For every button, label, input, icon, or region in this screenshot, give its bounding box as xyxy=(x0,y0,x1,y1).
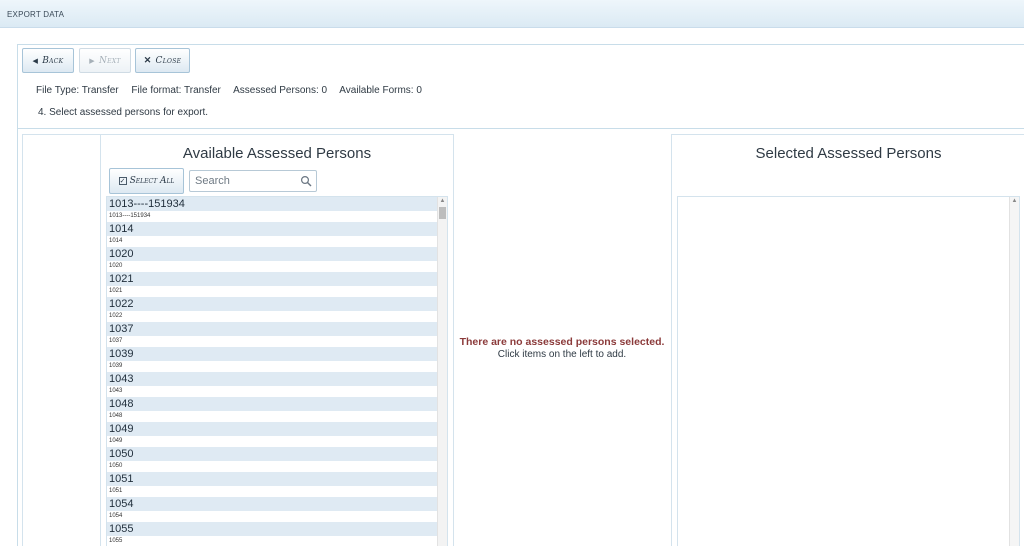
list-item[interactable]: 1050 1050 xyxy=(107,447,438,472)
next-button-label: Next xyxy=(98,55,121,66)
list-item-subtitle: 1054 xyxy=(107,511,438,522)
select-all-label: Select All xyxy=(129,176,175,186)
select-all-button[interactable]: ✓ Select All xyxy=(109,168,184,194)
next-button[interactable]: ▶ Next xyxy=(79,48,131,73)
triangle-right-icon: ▶ xyxy=(89,56,95,65)
list-item-id: 1054 xyxy=(107,497,438,511)
list-item-subtitle: 1039 xyxy=(107,361,438,372)
list-item[interactable]: 1055 1055 xyxy=(107,522,438,546)
left-spacer xyxy=(22,134,101,546)
list-item-id: 1048 xyxy=(107,397,438,411)
available-forms-count: Available Forms: 0 xyxy=(339,85,422,96)
divider xyxy=(17,128,1024,129)
list-item-subtitle: 1051 xyxy=(107,486,438,497)
selected-persons-panel: Selected Assessed Persons ▲ xyxy=(671,134,1024,546)
available-persons-list: 1013----151934 1013----151934 1014 1014 1020… xyxy=(106,196,448,546)
list-item[interactable]: 1043 1043 xyxy=(107,372,438,397)
list-item[interactable]: 1037 1037 xyxy=(107,322,438,347)
step-instruction: 4. Select assessed persons for export. xyxy=(38,107,209,118)
list-item-subtitle: 1013----151934 xyxy=(107,211,438,222)
list-item[interactable]: 1022 1022 xyxy=(107,297,438,322)
list-item[interactable]: 1039 1039 xyxy=(107,347,438,372)
available-persons-rows: 1013----151934 1013----151934 1014 1014 1020… xyxy=(107,197,438,546)
list-item-subtitle: 1020 xyxy=(107,261,438,272)
assessed-persons-count: Assessed Persons: 0 xyxy=(233,85,328,96)
selected-persons-title: Selected Assessed Persons xyxy=(755,145,942,162)
list-item[interactable]: 1020 1020 xyxy=(107,247,438,272)
list-item-id: 1049 xyxy=(107,422,438,436)
list-item-id: 1051 xyxy=(107,472,438,486)
list-item-id: 1020 xyxy=(107,247,438,261)
empty-selection-message: There are no assessed persons selected. … xyxy=(454,336,670,360)
scrollbar-thumb[interactable] xyxy=(439,207,446,219)
title-bar: EXPORT DATA xyxy=(0,0,1024,28)
search-input[interactable] xyxy=(190,171,300,191)
list-item[interactable]: 1051 1051 xyxy=(107,472,438,497)
available-persons-panel: Available Assessed Persons ✓ Select All … xyxy=(100,134,454,546)
file-type: File Type: Transfer xyxy=(36,85,119,96)
list-item[interactable]: 1021 1021 xyxy=(107,272,438,297)
list-item-id: 1037 xyxy=(107,322,438,336)
search-box xyxy=(189,170,317,192)
empty-selection-hint: Click items on the left to add. xyxy=(497,349,627,360)
list-item-subtitle: 1021 xyxy=(107,286,438,297)
list-item-id: 1043 xyxy=(107,372,438,386)
close-icon: ✕ xyxy=(143,55,152,66)
list-item-subtitle: 1014 xyxy=(107,236,438,247)
list-item-id: 1022 xyxy=(107,297,438,311)
list-item[interactable]: 1013----151934 1013----151934 xyxy=(107,197,438,222)
empty-selection-warning: There are no assessed persons selected. xyxy=(459,336,665,348)
list-item[interactable]: 1054 1054 xyxy=(107,497,438,522)
selected-list-scrollbar[interactable]: ▲ xyxy=(1009,197,1019,546)
list-item[interactable]: 1048 1048 xyxy=(107,397,438,422)
list-item-subtitle: 1037 xyxy=(107,336,438,347)
list-item-id: 1050 xyxy=(107,447,438,461)
selected-persons-list: ▲ xyxy=(677,196,1020,546)
list-item[interactable]: 1014 1014 xyxy=(107,222,438,247)
file-format: File format: Transfer xyxy=(131,85,221,96)
list-item-id: 1013----151934 xyxy=(107,197,438,211)
list-item-subtitle: 1049 xyxy=(107,436,438,447)
list-item-subtitle: 1043 xyxy=(107,386,438,397)
available-persons-title: Available Assessed Persons xyxy=(182,145,372,162)
window-title: EXPORT DATA xyxy=(7,10,65,19)
list-item[interactable]: 1049 1049 xyxy=(107,422,438,447)
list-item-id: 1021 xyxy=(107,272,438,286)
triangle-left-icon: ◀ xyxy=(32,56,39,65)
search-icon[interactable] xyxy=(300,175,312,187)
checkbox-icon: ✓ xyxy=(118,177,127,185)
back-button[interactable]: ◀ Back xyxy=(22,48,74,73)
list-scrollbar[interactable]: ▲ xyxy=(437,197,447,546)
list-item-subtitle: 1055 xyxy=(107,536,438,546)
scroll-up-icon[interactable]: ▲ xyxy=(1010,197,1019,206)
close-button[interactable]: ✕ Close xyxy=(135,48,190,73)
scroll-up-icon[interactable]: ▲ xyxy=(438,197,447,206)
list-item-id: 1039 xyxy=(107,347,438,361)
list-item-subtitle: 1048 xyxy=(107,411,438,422)
back-button-label: Back xyxy=(42,55,64,66)
list-item-id: 1014 xyxy=(107,222,438,236)
export-info: File Type: Transfer File format: Transfe… xyxy=(36,85,432,96)
close-button-label: Close xyxy=(155,55,182,66)
list-item-subtitle: 1050 xyxy=(107,461,438,472)
list-item-id: 1055 xyxy=(107,522,438,536)
list-item-subtitle: 1022 xyxy=(107,311,438,322)
